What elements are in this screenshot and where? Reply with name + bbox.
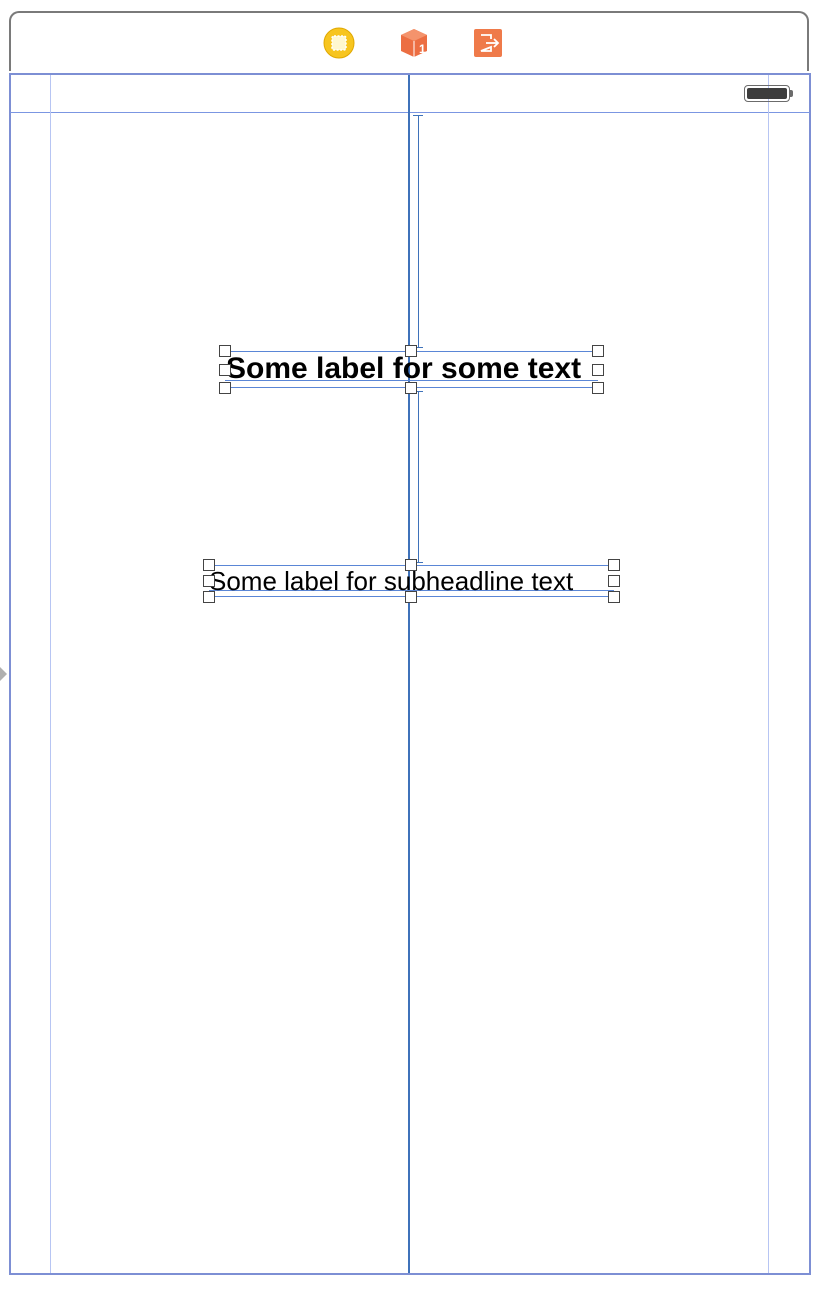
resize-handle[interactable] xyxy=(405,559,417,571)
resize-handle[interactable] xyxy=(592,364,604,376)
resize-handle[interactable] xyxy=(405,345,417,357)
leading-margin-guide xyxy=(50,75,51,1273)
svg-text:1: 1 xyxy=(419,42,426,56)
first-responder-icon[interactable]: 1 xyxy=(398,27,428,57)
resize-handle[interactable] xyxy=(203,559,215,571)
resize-handle[interactable] xyxy=(608,559,620,571)
view-controller-icon[interactable] xyxy=(323,27,355,59)
root-view[interactable] xyxy=(9,73,811,1275)
entry-point-arrow-icon[interactable] xyxy=(0,667,7,681)
resize-handle[interactable] xyxy=(608,575,620,587)
constraint-cap xyxy=(413,115,423,116)
battery-icon xyxy=(744,85,790,102)
resize-handle[interactable] xyxy=(592,382,604,394)
storyboard-canvas: 1 Some label for some text Some label fo… xyxy=(0,0,832,1294)
battery-tip xyxy=(790,90,793,97)
resize-handle[interactable] xyxy=(592,345,604,357)
resize-handle[interactable] xyxy=(203,575,215,587)
top-spacing-constraint[interactable] xyxy=(418,115,419,347)
resize-handle[interactable] xyxy=(219,382,231,394)
resize-handle[interactable] xyxy=(608,591,620,603)
resize-handle[interactable] xyxy=(405,382,417,394)
center-x-constraint[interactable] xyxy=(408,75,410,1273)
resize-handle[interactable] xyxy=(405,591,417,603)
trailing-margin-guide xyxy=(768,75,769,1273)
top-layout-guide xyxy=(10,112,810,113)
headline-label[interactable]: Some label for some text xyxy=(226,354,581,384)
exit-icon[interactable] xyxy=(472,27,502,57)
scene-dock: 1 xyxy=(9,11,809,71)
resize-handle[interactable] xyxy=(203,591,215,603)
vertical-spacing-constraint[interactable] xyxy=(418,392,419,562)
subheadline-label[interactable]: Some label for subheadline text xyxy=(209,568,573,594)
resize-handle[interactable] xyxy=(219,345,231,357)
resize-handle[interactable] xyxy=(219,364,231,376)
